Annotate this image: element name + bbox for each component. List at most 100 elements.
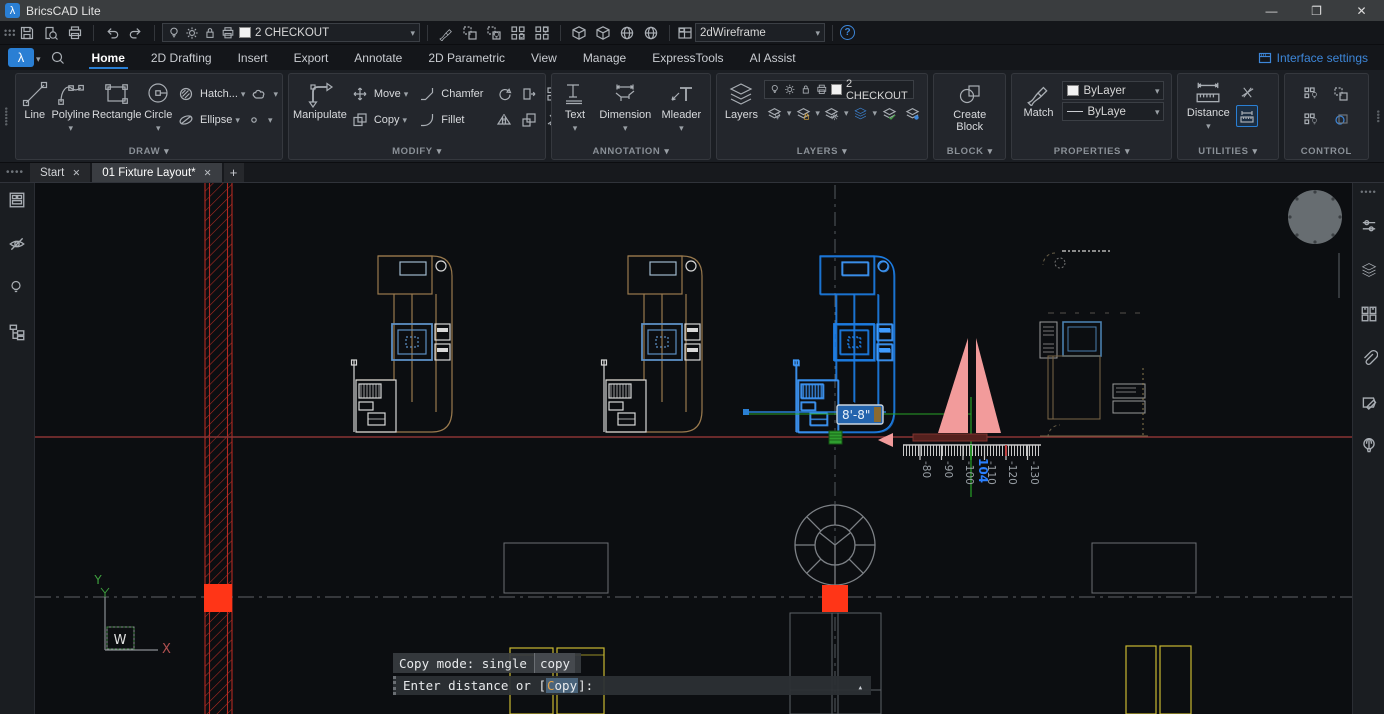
tab-expresstools[interactable]: ExpressTools — [639, 45, 736, 70]
close-button[interactable]: ✕ — [1339, 0, 1384, 21]
panel-layers-footer[interactable]: LAYERS — [717, 144, 927, 159]
stretch-button[interactable] — [518, 83, 540, 105]
tab-insert[interactable]: Insert — [225, 45, 281, 70]
visual-style-combo[interactable]: 2dWireframe — [695, 23, 825, 42]
mirror-button[interactable] — [493, 109, 515, 131]
match-properties-button[interactable] — [435, 23, 457, 43]
model-space[interactable]: W X Y — [35, 183, 1352, 714]
application-menu-button[interactable]: λ — [8, 48, 34, 67]
view-cube-button[interactable] — [568, 23, 590, 43]
dynamic-dimension[interactable]: -80 -90 -100 -110 -120 -130 104 — [743, 338, 1041, 497]
tab-ai-assist[interactable]: AI Assist — [737, 45, 809, 70]
layer-states-button[interactable] — [849, 102, 871, 124]
revision-cloud-button[interactable] — [248, 83, 270, 105]
plan-rectangle-2[interactable] — [1092, 543, 1196, 593]
panel-properties-footer[interactable]: PROPERTIES — [1012, 144, 1171, 159]
block-edit-button[interactable] — [1330, 109, 1352, 131]
checkout-fixture-4-faded[interactable] — [1040, 251, 1148, 437]
layer-new-button[interactable] — [901, 102, 923, 124]
view-shaded-button[interactable] — [616, 23, 638, 43]
view-box-button[interactable] — [592, 23, 614, 43]
checkout-fixture-2[interactable] — [602, 256, 703, 432]
copy-label[interactable]: Copy — [374, 114, 400, 126]
tab-annotate[interactable]: Annotate — [341, 45, 415, 70]
new-tab-button[interactable]: + — [224, 163, 244, 182]
hatched-wall-column[interactable] — [205, 183, 232, 714]
copy-button[interactable] — [349, 109, 371, 131]
hatch-label[interactable]: Hatch... — [200, 88, 238, 100]
panel-annotation-footer[interactable]: ANNOTATION — [552, 144, 710, 159]
navigation-sphere[interactable] — [1288, 190, 1342, 244]
assistant-panel-button[interactable] — [1356, 433, 1382, 459]
layers-panel-button[interactable] — [1356, 257, 1382, 283]
close-tab-icon[interactable] — [204, 167, 212, 179]
hide-entities-rail-button[interactable] — [4, 231, 30, 257]
tab-start[interactable]: Start — [30, 163, 90, 182]
undo-button[interactable] — [101, 23, 123, 43]
tab-2d-parametric[interactable]: 2D Parametric — [415, 45, 518, 70]
id-point-button[interactable] — [1236, 81, 1258, 103]
panel-modify-footer[interactable]: MODIFY — [289, 144, 545, 159]
toolbar-grip[interactable]: •••••• — [4, 29, 14, 37]
panel-utilities-footer[interactable]: UTILITIES — [1178, 144, 1277, 159]
move-label[interactable]: Move — [374, 88, 401, 100]
distance-button[interactable]: Distance — [1182, 78, 1234, 132]
ellipse-label[interactable]: Ellipse — [200, 114, 232, 126]
ribbon-grip[interactable]: •••••• — [2, 73, 10, 160]
search-button[interactable] — [45, 48, 71, 68]
tab-2d-drafting[interactable]: 2D Drafting — [138, 45, 225, 70]
point-button[interactable] — [243, 109, 265, 131]
red-marker-1[interactable] — [204, 584, 232, 612]
move-button[interactable] — [349, 83, 371, 105]
layer-lock-button[interactable] — [792, 102, 814, 124]
sheets-panel-button[interactable] — [1356, 389, 1382, 415]
plot-button[interactable] — [64, 23, 86, 43]
tab-home[interactable]: Home — [79, 45, 138, 70]
color-combo[interactable]: ByLayer — [1062, 81, 1164, 100]
print-preview-button[interactable] — [40, 23, 62, 43]
chamfer-button[interactable] — [416, 83, 438, 105]
layer-freeze-button[interactable] — [821, 102, 843, 124]
structure-rail-button[interactable] — [4, 319, 30, 345]
save-button[interactable] — [16, 23, 38, 43]
panel-draw-footer[interactable]: DRAW — [16, 144, 282, 159]
help-button[interactable]: ? — [840, 25, 855, 40]
manipulate-button[interactable]: Manipulate — [293, 78, 347, 121]
hide-objects-button[interactable] — [507, 23, 529, 43]
tab-view[interactable]: View — [518, 45, 570, 70]
layer-select-combo[interactable]: 2 CHECKOUT — [162, 23, 420, 42]
quick-measure-button[interactable] — [1236, 105, 1258, 127]
checkout-fixture-1[interactable] — [352, 256, 453, 432]
command-line-grip[interactable] — [393, 676, 398, 695]
selection-grip[interactable] — [829, 431, 842, 444]
isolate-objects-button[interactable] — [483, 23, 505, 43]
create-block-button[interactable]: CreateBlock — [940, 78, 1000, 133]
match-button[interactable]: Match — [1016, 78, 1060, 119]
command-option-copy[interactable]: Copy — [546, 678, 578, 693]
fillet-button[interactable] — [416, 109, 438, 131]
column-wheel[interactable] — [795, 505, 875, 585]
layers-button[interactable]: Layers — [721, 78, 762, 121]
layer-set-current-button[interactable] — [878, 102, 900, 124]
dimension-input-field[interactable]: 8'-8" — [837, 405, 883, 424]
command-line[interactable]: Enter distance or [Copy]: — [393, 676, 871, 695]
panel-block-footer[interactable]: BLOCK — [934, 144, 1005, 159]
interface-settings-button[interactable]: Interface settings — [1258, 51, 1368, 65]
attachments-panel-button[interactable] — [1356, 345, 1382, 371]
drawing-canvas[interactable]: W X Y — [35, 183, 1352, 714]
plan-rectangle-1[interactable] — [504, 543, 608, 593]
tab-manage[interactable]: Manage — [570, 45, 639, 70]
rotate-button[interactable] — [493, 83, 515, 105]
properties-panel-button[interactable] — [1356, 213, 1382, 239]
panels-browser-button[interactable] — [4, 187, 30, 213]
hatch-button[interactable] — [175, 83, 197, 105]
text-button[interactable]: Text — [556, 78, 594, 134]
dimension-button[interactable]: Dimension — [596, 78, 655, 134]
maximize-button[interactable]: ❐ — [1294, 0, 1339, 21]
rail-grip[interactable]: •••• — [1360, 187, 1377, 195]
mleader-button[interactable]: Mleader — [657, 78, 706, 134]
render-world-button[interactable] — [640, 23, 662, 43]
select-entities-button[interactable] — [1330, 83, 1352, 105]
select-similar-button[interactable] — [459, 23, 481, 43]
polyline-button[interactable]: Polyline — [51, 78, 90, 134]
